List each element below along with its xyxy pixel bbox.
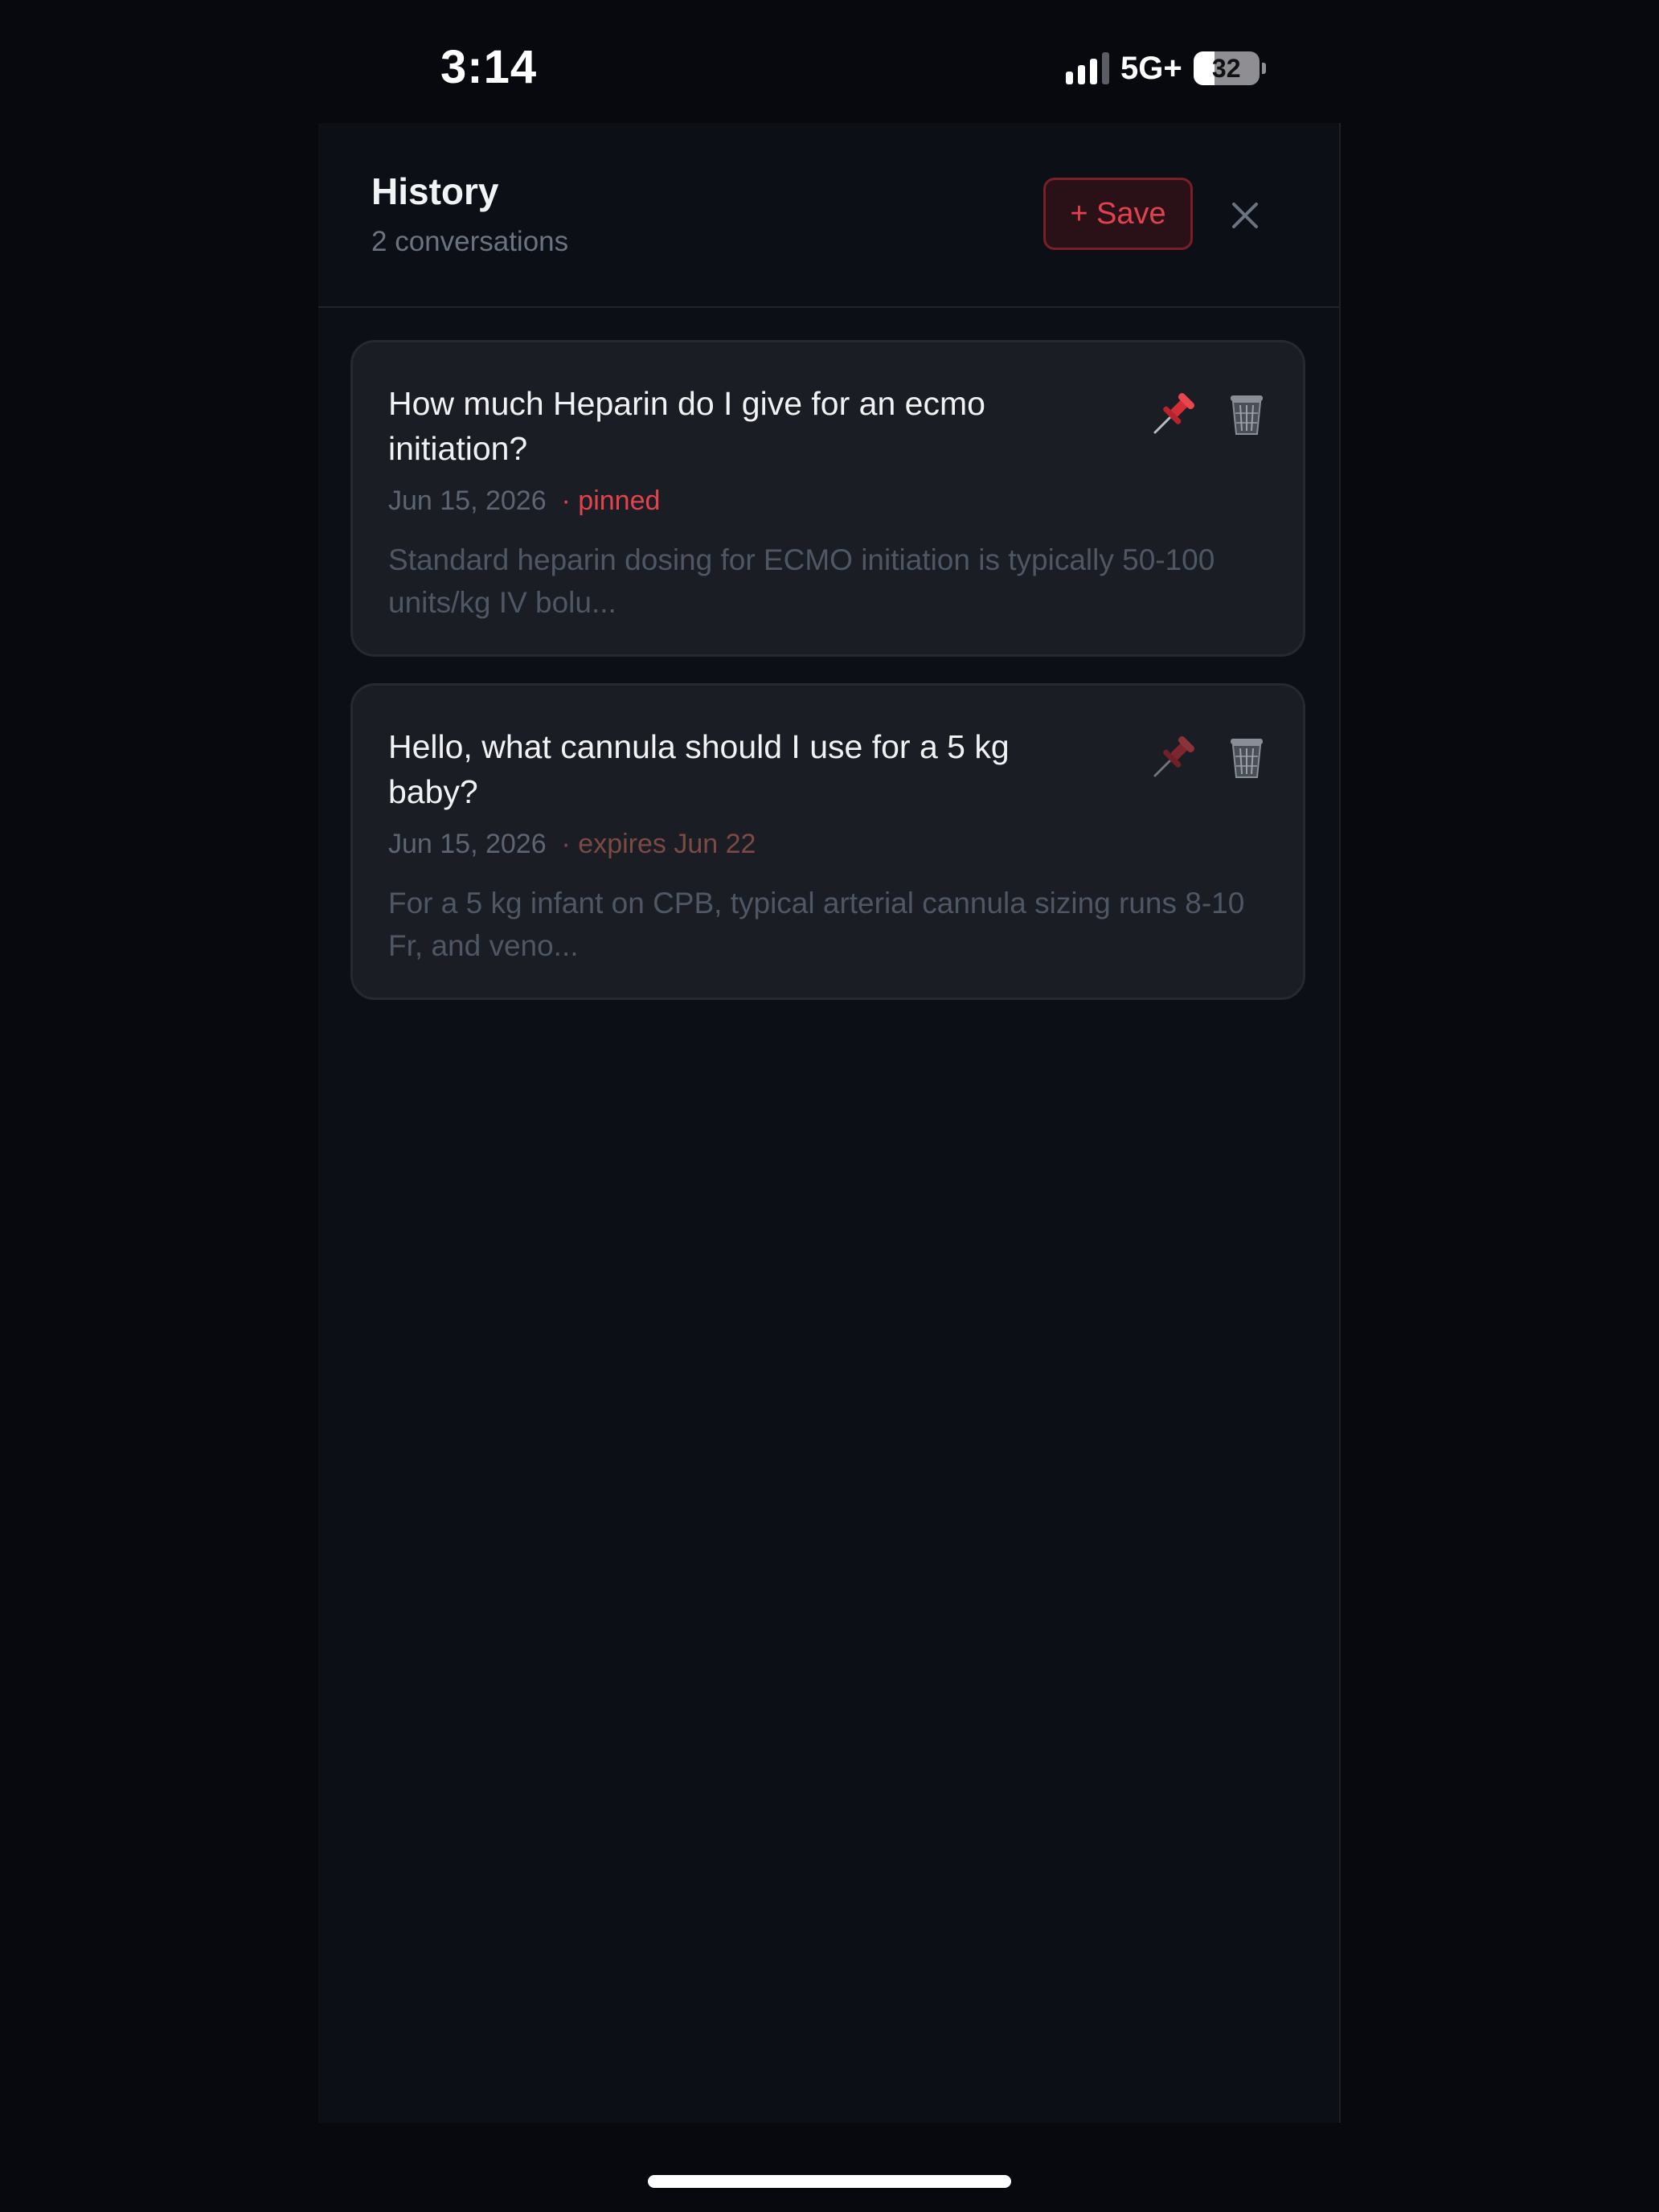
conversation-meta: Jun 15, 2026 · pinned (388, 485, 660, 517)
pushpin-icon[interactable] (1149, 387, 1200, 439)
history-panel: History 2 conversations + Save How much … (318, 123, 1341, 2123)
conversation-preview: Standard heparin dosing for ECMO initiat… (388, 543, 1215, 619)
conversation-count: 2 conversations (371, 226, 569, 257)
pinned-tag: · pinned (561, 485, 661, 516)
pushpin-icon[interactable] (1149, 731, 1200, 782)
close-icon[interactable] (1223, 194, 1267, 237)
signal-icon (1066, 52, 1109, 84)
save-button[interactable]: + Save (1043, 178, 1193, 250)
conversation-card[interactable]: How much Heparin do I give for an ecmo i… (350, 340, 1305, 657)
conversation-meta: Jun 15, 2026 · expires Jun 22 (388, 829, 756, 860)
battery-level: 32 (1211, 54, 1241, 83)
conversation-title: How much Heparin do I give for an ecmo i… (388, 385, 985, 467)
conversation-card[interactable]: Hello, what cannula should I use for a 5… (350, 683, 1305, 1000)
history-header: History 2 conversations + Save (318, 123, 1339, 308)
expires-tag: · expires Jun 22 (561, 829, 756, 859)
battery-cap (1261, 63, 1266, 74)
phone-screen: 3:14 5G+ 32 History 2 conversations + Sa… (0, 0, 1659, 2212)
page-title: History (371, 170, 499, 212)
conversation-preview: For a 5 kg infant on CPB, typical arteri… (388, 887, 1245, 962)
conversation-date: Jun 15, 2026 (388, 485, 547, 516)
home-indicator[interactable] (648, 2175, 1011, 2188)
battery-icon: 32 (1193, 51, 1260, 85)
status-time: 3:14 (440, 41, 538, 93)
status-indicators: 5G+ 32 (1066, 50, 1266, 87)
conversation-title: Hello, what cannula should I use for a 5… (388, 728, 1010, 810)
conversation-date: Jun 15, 2026 (388, 829, 547, 859)
network-type: 5G+ (1120, 50, 1182, 86)
trash-icon[interactable] (1221, 731, 1272, 782)
trash-icon[interactable] (1221, 387, 1272, 439)
